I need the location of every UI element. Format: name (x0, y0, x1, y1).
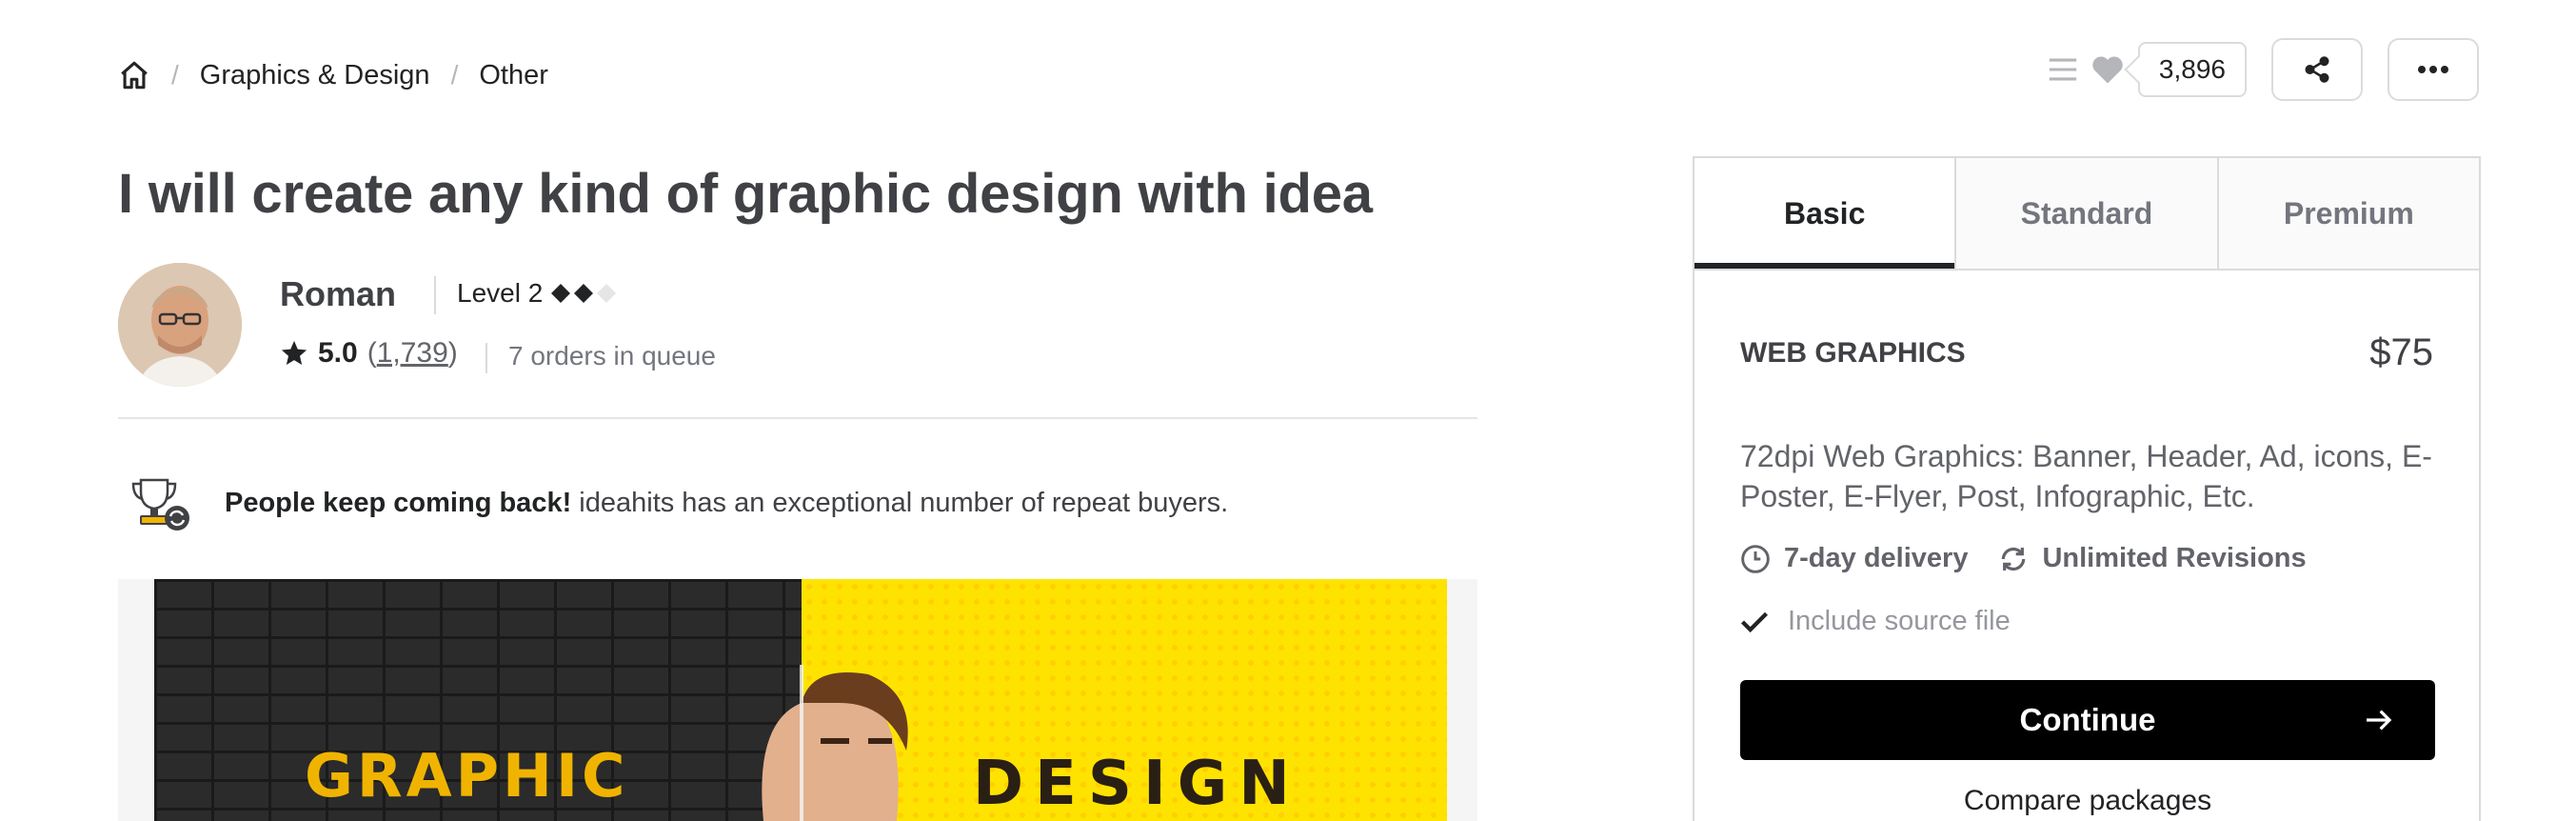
breadcrumb-link-other[interactable]: Other (479, 60, 548, 91)
gig-image-portrait (762, 665, 908, 821)
package-meta: 7-day delivery Unlimited Revisions (1740, 543, 2337, 574)
breadcrumb-link-graphics-design[interactable]: Graphics & Design (200, 60, 430, 91)
reviews-count[interactable]: 1,739 (377, 337, 448, 369)
breadcrumb: / Graphics & Design / Other (118, 59, 548, 91)
gig-image-word-graphic: GRAPHIC (305, 741, 629, 811)
seller-name[interactable]: Roman (280, 274, 396, 314)
gig-title: I will create any kind of graphic design… (118, 163, 1373, 225)
package-feature: Include source file (1740, 606, 2011, 637)
revisions: Unlimited Revisions (1998, 543, 2307, 574)
seller-level: Level 2 (457, 278, 619, 309)
checkmark-icon (1740, 611, 1769, 632)
repeat-buyers-text: ideahits has an exceptional number of re… (571, 488, 1229, 518)
heart-icon[interactable] (2091, 54, 2125, 85)
more-options-button[interactable] (2388, 38, 2479, 101)
breadcrumb-separator: / (450, 60, 459, 90)
package-description: 72dpi Web Graphics: Banner, Header, Ad, … (1740, 439, 2432, 513)
repeat-buyers-heading: People keep coming back! (225, 488, 572, 518)
arrow-right-icon (2367, 710, 2392, 731)
orders-in-queue: 7 orders in queue (508, 341, 716, 370)
package-price: $75 (2369, 331, 2433, 373)
seller-level-label: Level 2 (457, 278, 544, 308)
refresh-icon (2002, 547, 2026, 571)
level-diamonds-icon (551, 284, 617, 303)
star-icon (281, 340, 307, 365)
seller-avatar[interactable] (118, 263, 242, 387)
share-button[interactable] (2271, 38, 2363, 101)
rating-score: 5.0 (318, 337, 358, 369)
divider (434, 276, 436, 314)
home-icon[interactable] (118, 59, 150, 91)
continue-label: Continue (2019, 702, 2156, 737)
delivery-label: 7-day delivery (1784, 543, 1969, 573)
seller-rating: 5.0 (1,739) (280, 337, 458, 370)
continue-button[interactable]: Continue (1740, 680, 2435, 760)
collections-list-icon[interactable] (2047, 53, 2079, 86)
avatar-portrait (118, 263, 242, 387)
share-icon (2305, 56, 2329, 83)
tab-premium[interactable]: Premium (2216, 158, 2479, 269)
divider (485, 343, 487, 373)
clock-icon (1741, 544, 1770, 573)
repeat-buyers-note: People keep coming back! ideahits has an… (225, 488, 1228, 519)
compare-packages-link[interactable]: Compare packages (1740, 785, 2435, 817)
trophy-repeat-icon (131, 478, 189, 531)
package-name: WEB GRAPHICS (1740, 337, 1966, 369)
tab-basic[interactable]: Basic (1694, 158, 1955, 269)
delivery-time: 7-day delivery (1740, 543, 1968, 574)
breadcrumb-separator: / (171, 60, 179, 90)
reviews-link[interactable]: (1,739) (367, 337, 458, 370)
gig-image-word-design: DESIGN (973, 749, 1301, 819)
section-divider (118, 417, 1477, 419)
like-count: 3,896 (2137, 42, 2247, 97)
revisions-label: Unlimited Revisions (2042, 543, 2307, 573)
package-panel: Basic Standard Premium WEB GRAPHICS $75 … (1693, 156, 2481, 821)
package-tabs: Basic Standard Premium (1694, 158, 2479, 270)
gig-actions: 3,896 (2047, 38, 2479, 101)
more-dots-icon (2418, 66, 2448, 73)
gig-image[interactable]: GRAPHIC DESIGN (154, 579, 1447, 821)
tab-standard[interactable]: Standard (1954, 158, 2217, 269)
feature-label: Include source file (1788, 606, 2011, 636)
gig-gallery[interactable]: GRAPHIC DESIGN (118, 579, 1477, 821)
